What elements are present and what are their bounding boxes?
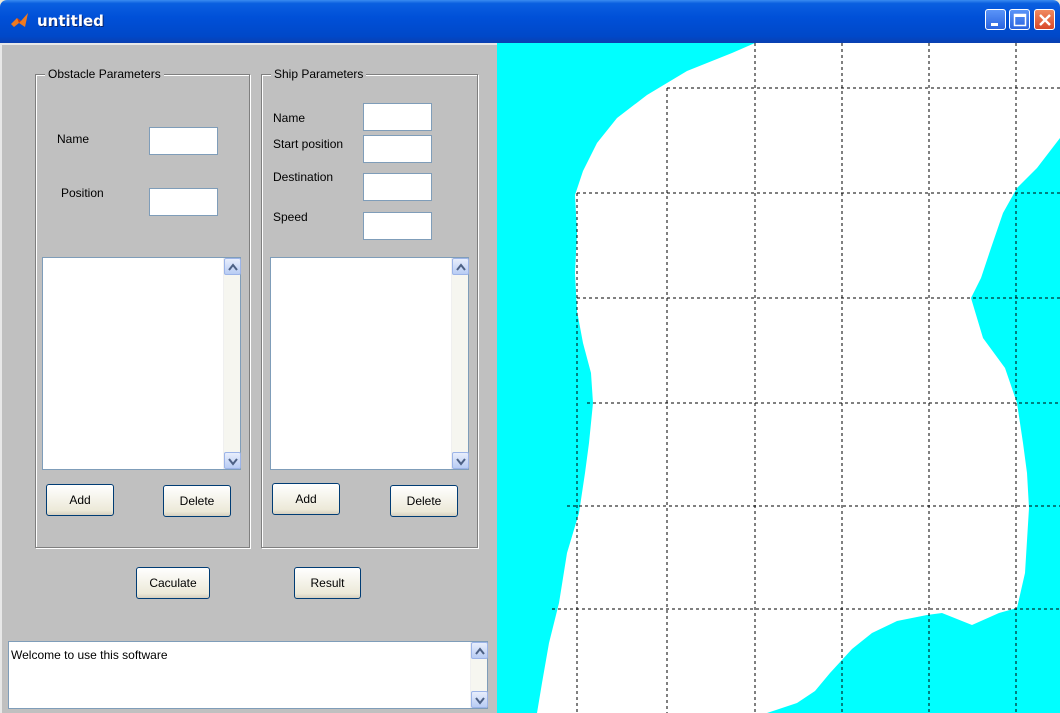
ship-delete-label: Delete <box>406 494 442 508</box>
scroll-up-button[interactable] <box>471 642 488 659</box>
obstacle-delete-button[interactable]: Delete <box>163 485 231 517</box>
console-message: Welcome to use this software <box>11 648 168 662</box>
obstacle-position-label: Position <box>61 186 104 200</box>
obstacle-parameters-legend: Obstacle Parameters <box>45 67 164 81</box>
chevron-up-icon <box>228 263 238 271</box>
chevron-down-icon <box>475 697 485 705</box>
obstacle-parameters-group: Obstacle Parameters Name Position Add De… <box>35 67 250 548</box>
ship-name-label: Name <box>273 111 306 125</box>
window-title: untitled <box>37 12 104 30</box>
obstacle-name-field[interactable] <box>149 127 218 155</box>
dashed-grid <box>552 43 1060 713</box>
ship-parameters-group: Ship Parameters Name Start position Dest… <box>261 67 478 548</box>
ship-start-position-label: Start position <box>273 137 344 151</box>
close-icon <box>1039 14 1051 26</box>
obstacle-name-label: Name <box>57 132 90 146</box>
ship-parameters-legend: Ship Parameters <box>271 67 367 81</box>
obstacle-add-button[interactable]: Add <box>46 484 114 516</box>
obstacle-delete-label: Delete <box>179 494 215 508</box>
maximize-icon <box>1013 13 1027 27</box>
left-shore-water <box>497 43 755 713</box>
ship-speed-label: Speed <box>273 210 308 224</box>
title-bar: untitled <box>0 0 1060 43</box>
message-console[interactable]: Welcome to use this software <box>8 641 488 709</box>
map-canvas <box>497 43 1060 713</box>
ship-speed-field[interactable] <box>363 212 432 240</box>
scroll-up-button[interactable] <box>452 258 469 275</box>
obstacle-listbox[interactable] <box>42 257 241 470</box>
result-label: Result <box>310 576 345 590</box>
chevron-up-icon <box>456 263 466 271</box>
scroll-up-button[interactable] <box>224 258 241 275</box>
close-button[interactable] <box>1034 9 1055 30</box>
scroll-down-button[interactable] <box>471 691 488 708</box>
minimize-icon <box>991 23 998 26</box>
ship-listbox[interactable] <box>270 257 469 470</box>
ship-destination-label: Destination <box>273 170 334 184</box>
ship-name-field[interactable] <box>363 103 432 131</box>
minimize-button[interactable] <box>985 9 1006 30</box>
map-plot-area[interactable] <box>497 43 1060 713</box>
chevron-down-icon <box>456 458 466 466</box>
obstacle-position-field[interactable] <box>149 188 218 216</box>
calculate-label: Caculate <box>149 576 197 590</box>
obstacle-add-label: Add <box>69 493 91 507</box>
chevron-up-icon <box>475 647 485 655</box>
ship-start-position-field[interactable] <box>363 135 432 163</box>
ship-add-label: Add <box>295 492 317 506</box>
maximize-button[interactable] <box>1009 9 1030 30</box>
ship-list-scrollbar[interactable] <box>451 258 469 469</box>
ship-delete-button[interactable]: Delete <box>390 485 458 517</box>
scroll-down-button[interactable] <box>452 452 469 469</box>
calculate-button[interactable]: Caculate <box>136 567 210 599</box>
result-button[interactable]: Result <box>294 567 361 599</box>
console-scrollbar[interactable] <box>470 642 488 708</box>
ship-add-button[interactable]: Add <box>272 483 340 515</box>
scroll-down-button[interactable] <box>224 452 241 469</box>
matlab-logo-icon <box>11 13 28 27</box>
obstacle-list-scrollbar[interactable] <box>223 258 241 469</box>
control-panel: Obstacle Parameters Name Position Add De… <box>0 43 497 713</box>
chevron-down-icon <box>228 458 238 466</box>
ship-destination-field[interactable] <box>363 173 432 201</box>
